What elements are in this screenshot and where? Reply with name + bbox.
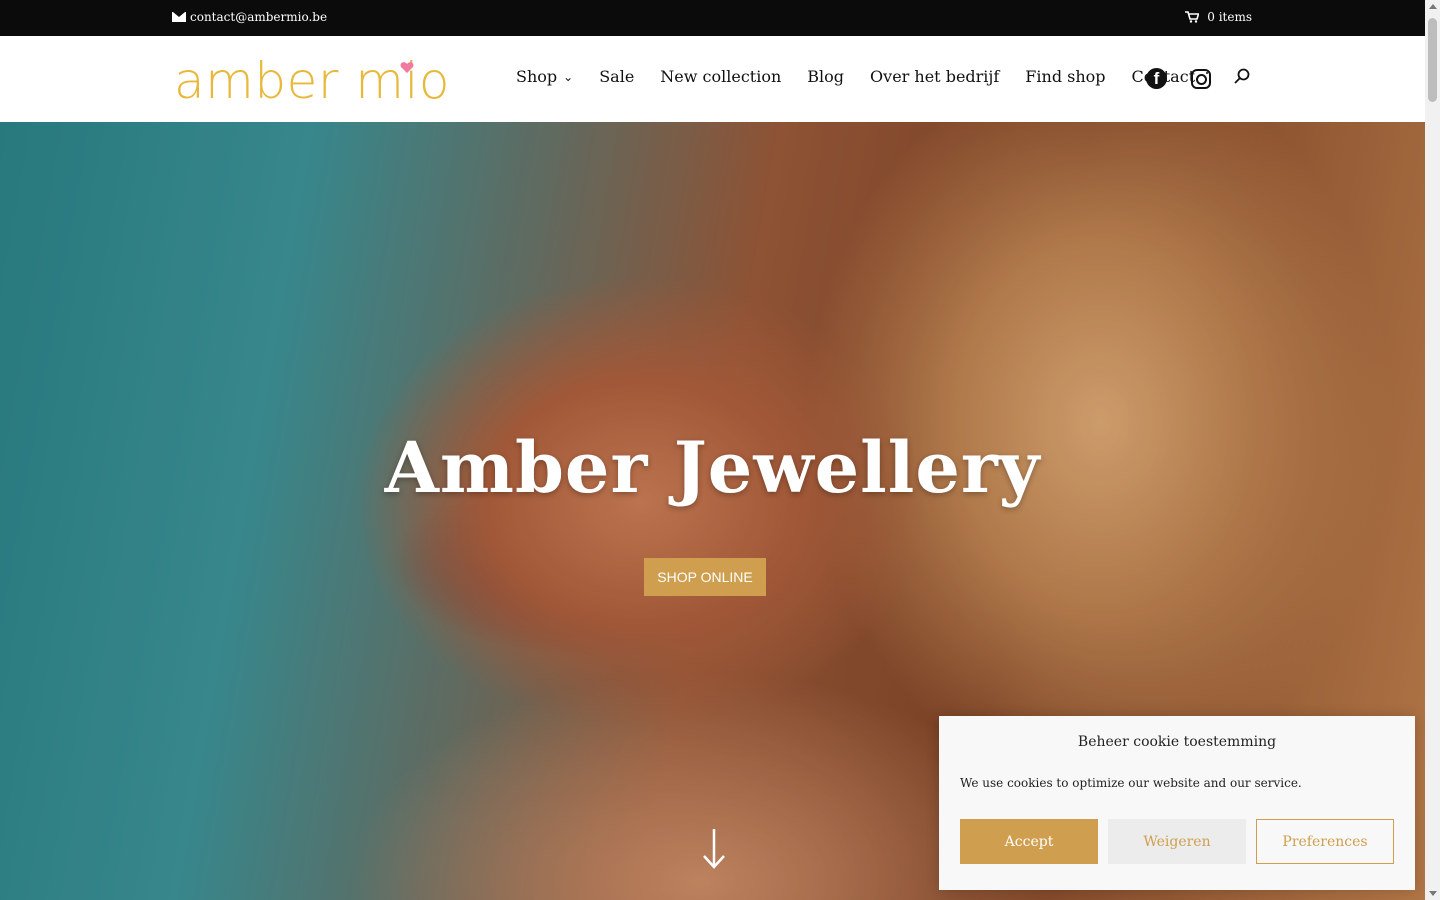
scroll-up-arrow-icon[interactable] (1429, 4, 1437, 9)
nav-over-het-bedrijf[interactable]: Over het bedrijf (870, 67, 999, 86)
email-text: contact@ambermio.be (190, 10, 328, 24)
page-scrollbar[interactable] (1425, 0, 1440, 900)
hero-title: Amber Jewellery (384, 426, 1041, 509)
cart-icon (1185, 11, 1200, 23)
nav-sale[interactable]: Sale (599, 67, 634, 86)
nav-shop-label: Shop (516, 67, 558, 86)
scroll-down-arrow-icon[interactable] (1429, 891, 1437, 896)
chevron-down-icon: ⌄ (563, 69, 574, 84)
nav-shop[interactable]: Shop ⌄ (516, 67, 573, 86)
nav-new-collection[interactable]: New collection (660, 67, 781, 86)
cookie-consent-banner: Beheer cookie toestemming We use cookies… (939, 716, 1415, 890)
top-bar: contact@ambermio.be 0 items (0, 0, 1425, 36)
shop-online-button[interactable]: SHOP ONLINE (644, 558, 766, 596)
nav-find-shop[interactable]: Find shop (1025, 67, 1105, 86)
search-icon[interactable] (1234, 68, 1250, 84)
cart-link[interactable]: 0 items (1185, 10, 1252, 24)
email-link[interactable]: contact@ambermio.be (172, 10, 327, 24)
facebook-icon[interactable]: f (1146, 68, 1167, 89)
envelope-icon (172, 12, 186, 22)
cookie-text: We use cookies to optimize our website a… (960, 776, 1302, 790)
site-header: amber mio Shop ⌄ Sale New collection Blog… (0, 36, 1425, 122)
cart-count: 0 items (1207, 10, 1252, 24)
social-links: f (1146, 68, 1211, 89)
arrow-down-icon[interactable] (702, 827, 726, 869)
cookie-deny-button[interactable]: Weigeren (1108, 819, 1246, 864)
cookie-accept-button[interactable]: Accept (960, 819, 1098, 864)
cookie-preferences-button[interactable]: Preferences (1256, 819, 1394, 864)
logo-text: amber mio (174, 52, 450, 110)
cookie-title: Beheer cookie toestemming (1077, 734, 1277, 750)
scroll-thumb[interactable] (1428, 18, 1437, 102)
main-nav: Shop ⌄ Sale New collection Blog Over het … (516, 67, 1221, 86)
logo[interactable]: amber mio (174, 52, 450, 110)
instagram-icon[interactable] (1191, 68, 1211, 89)
nav-blog[interactable]: Blog (807, 67, 844, 86)
